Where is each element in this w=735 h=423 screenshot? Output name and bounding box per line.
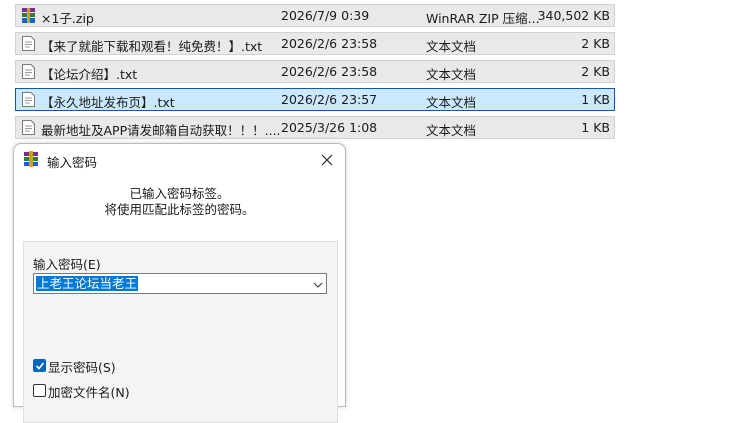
file-name: 【论坛介绍】.txt bbox=[41, 67, 138, 82]
message-line-2: 将使用匹配此标签的密码。 bbox=[104, 202, 255, 217]
file-date: 2026/7/9 0:39 bbox=[281, 8, 370, 23]
text-file-icon bbox=[22, 36, 35, 51]
encrypt-filenames-label[interactable]: 加密文件名(N) bbox=[48, 382, 130, 401]
file-type: 文本文档 bbox=[426, 39, 477, 54]
file-type: 文本文档 bbox=[426, 67, 477, 82]
text-file-icon bbox=[22, 92, 35, 107]
message-line-1: 已输入密码标签。 bbox=[129, 186, 230, 201]
file-row[interactable]: ×1子.zip 2026/7/9 0:39 WinRAR ZIP 压缩... 340,… bbox=[15, 4, 615, 27]
chevron-down-icon[interactable] bbox=[313, 278, 323, 293]
file-size: 2 KB bbox=[581, 64, 610, 79]
password-input[interactable]: 上老王论坛当老王 bbox=[33, 273, 327, 294]
text-file-icon bbox=[22, 120, 35, 135]
file-type: 文本文档 bbox=[426, 123, 477, 138]
encrypt-filenames-checkbox[interactable] bbox=[33, 384, 46, 397]
file-size: 1 KB bbox=[581, 120, 610, 135]
file-name: 【永久地址发布页】.txt bbox=[41, 95, 175, 110]
winrar-icon bbox=[23, 151, 39, 167]
dialog-titlebar[interactable]: 输入密码 bbox=[14, 144, 345, 176]
file-row[interactable]: 【论坛介绍】.txt 2026/2/6 23:58 文本文档 2 KB bbox=[15, 60, 615, 83]
file-date: 2026/2/6 23:58 bbox=[281, 64, 378, 79]
text-file-icon bbox=[22, 64, 35, 79]
checkmark-icon bbox=[35, 362, 45, 370]
password-dialog: 输入密码 已输入密码标签。 将使用匹配此标签的密码。 输入密码(E) 上老王论坛… bbox=[13, 143, 346, 423]
file-row[interactable]: 最新地址及APP请发邮箱自动获取！！！.... 2025/3/26 1:08 文本文… bbox=[15, 116, 615, 139]
file-type: 文本文档 bbox=[426, 95, 477, 110]
file-row[interactable]: 【来了就能下载和观看！纯免费！】.txt 2026/2/6 23:58 文本文档 2 … bbox=[15, 32, 615, 55]
show-password-label[interactable]: 显示密码(S) bbox=[48, 357, 116, 376]
file-name: 【来了就能下载和观看！纯免费！】.txt bbox=[41, 39, 263, 54]
dialog-title: 输入密码 bbox=[47, 155, 98, 170]
file-type: WinRAR ZIP 压缩... bbox=[426, 11, 540, 26]
dialog-message: 已输入密码标签。 将使用匹配此标签的密码。 bbox=[14, 186, 345, 218]
file-size: 340,502 KB bbox=[537, 8, 610, 23]
close-button[interactable] bbox=[313, 146, 341, 174]
file-name: ×1子.zip bbox=[41, 11, 94, 26]
file-date: 2026/2/6 23:58 bbox=[281, 36, 378, 51]
password-value: 上老王论坛当老王 bbox=[36, 276, 139, 291]
show-password-checkbox[interactable] bbox=[33, 359, 46, 372]
dialog-body: 已输入密码标签。 将使用匹配此标签的密码。 输入密码(E) 上老王论坛当老王 显… bbox=[14, 176, 345, 423]
file-size: 2 KB bbox=[581, 36, 610, 51]
file-size: 1 KB bbox=[581, 92, 610, 107]
file-date: 2025/3/26 1:08 bbox=[281, 120, 378, 135]
password-label: 输入密码(E) bbox=[33, 257, 101, 272]
password-group: 输入密码(E) 上老王论坛当老王 显示密码(S) 加密文件名(N) bbox=[23, 241, 338, 423]
winrar-archive-icon bbox=[22, 8, 35, 23]
close-icon bbox=[321, 154, 333, 166]
file-date: 2026/2/6 23:57 bbox=[281, 92, 378, 107]
file-row[interactable]: 【永久地址发布页】.txt 2026/2/6 23:57 文本文档 1 KB bbox=[15, 88, 615, 111]
file-name: 最新地址及APP请发邮箱自动获取！！！.... bbox=[41, 123, 281, 138]
